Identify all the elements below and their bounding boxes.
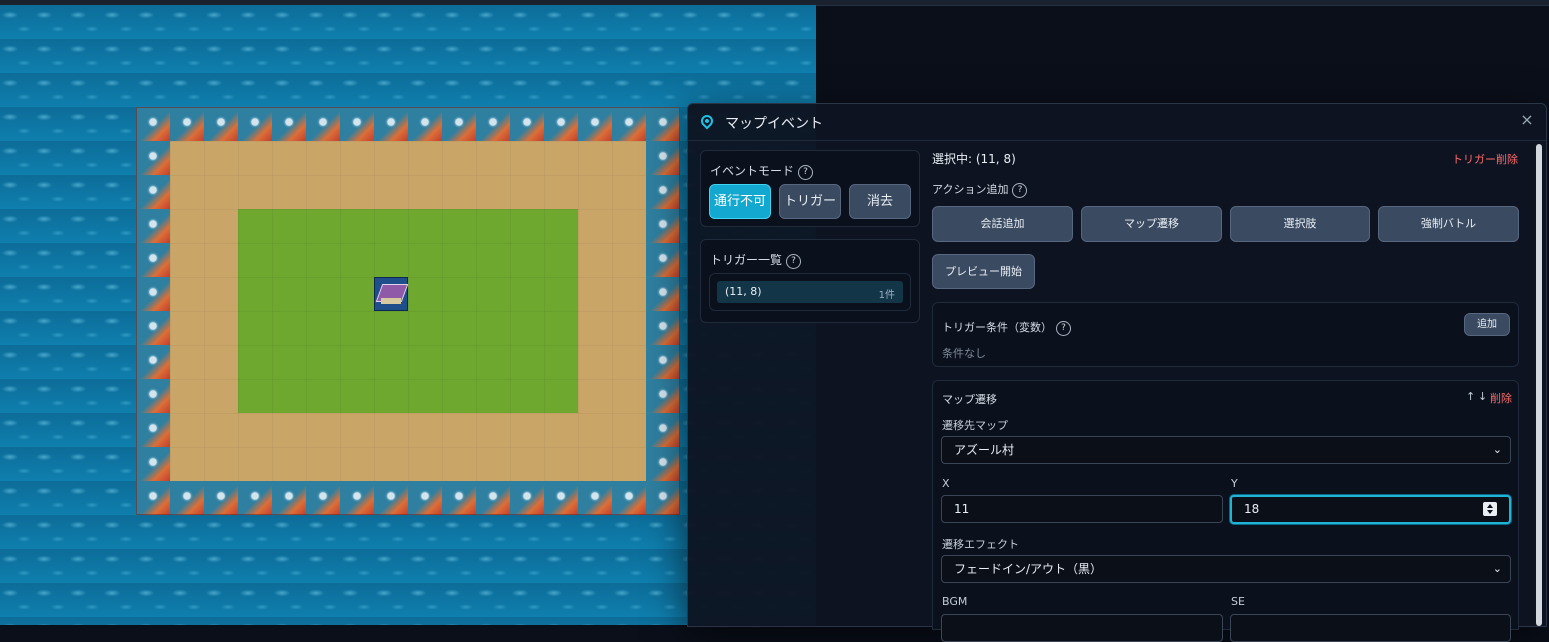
trigger-count: 1件 bbox=[878, 290, 895, 301]
se-select[interactable] bbox=[1230, 614, 1511, 642]
help-icon[interactable]: ? bbox=[1056, 321, 1071, 336]
delete-action-link[interactable]: 削除 bbox=[1490, 390, 1512, 406]
number-stepper-icon[interactable] bbox=[1483, 502, 1497, 516]
destination-map-label: 遷移先マップ bbox=[942, 419, 1008, 432]
destination-map-value: アズール村 bbox=[954, 443, 1015, 457]
add-dialogue-button[interactable]: 会話追加 bbox=[932, 206, 1073, 242]
x-input[interactable]: 11 bbox=[941, 495, 1223, 523]
transition-effect-select[interactable]: フェードイン/アウト（黒） ⌄ bbox=[941, 555, 1511, 583]
trigger-list-label: トリガー一覧 bbox=[710, 253, 783, 267]
help-icon[interactable]: ? bbox=[1012, 183, 1028, 198]
bgm-label: BGM bbox=[942, 595, 968, 608]
mode-erase-button[interactable]: 消去 bbox=[849, 184, 911, 219]
x-value: 11 bbox=[954, 502, 970, 516]
choices-button[interactable]: 選択肢 bbox=[1230, 206, 1370, 242]
map-event-dialog: マップイベント × イベントモード? 通行不可 トリガー 消去 トリガー一覧? … bbox=[687, 103, 1547, 642]
se-label: SE bbox=[1231, 595, 1245, 608]
destination-map-select[interactable]: アズール村 ⌄ bbox=[941, 436, 1511, 464]
dialog-header: マップイベント × bbox=[688, 104, 1546, 141]
mode-trigger-button[interactable]: トリガー bbox=[779, 184, 841, 219]
event-mode-label: イベントモード bbox=[710, 164, 795, 178]
mode-impassable-button[interactable]: 通行不可 bbox=[709, 184, 771, 219]
event-tile[interactable] bbox=[374, 277, 409, 311]
action-add-label: アクション追加 bbox=[932, 183, 1009, 196]
trigger-coord: (11, 8) bbox=[725, 285, 762, 298]
help-icon[interactable]: ? bbox=[798, 165, 814, 180]
y-label: Y bbox=[1231, 477, 1238, 490]
y-value: 18 bbox=[1244, 502, 1260, 516]
bgm-select[interactable] bbox=[941, 614, 1223, 642]
help-icon[interactable]: ? bbox=[786, 254, 802, 269]
map-transition-button[interactable]: マップ遷移 bbox=[1081, 206, 1222, 242]
scrollbar-thumb[interactable] bbox=[1536, 144, 1542, 626]
transition-effect-label: 遷移エフェクト bbox=[942, 538, 1019, 551]
map-transition-panel: マップ遷移 ↑ ↓ 削除 遷移先マップ アズール村 ⌄ X 11 Y 18 遷移… bbox=[932, 380, 1519, 642]
transition-effect-value: フェードイン/アウト（黒） bbox=[954, 562, 1103, 576]
move-up-button[interactable]: ↑ bbox=[1466, 390, 1475, 403]
chevron-down-icon: ⌄ bbox=[1492, 443, 1502, 456]
chevron-down-icon: ⌄ bbox=[1492, 562, 1502, 575]
y-input[interactable]: 18 bbox=[1230, 495, 1511, 524]
add-condition-button[interactable]: 追加 bbox=[1464, 313, 1510, 336]
trigger-list-panel: トリガー一覧? (11, 8) 1件 bbox=[700, 239, 920, 323]
trigger-condition-panel: トリガー条件（変数）? 追加 条件なし bbox=[932, 302, 1519, 367]
trigger-list-item[interactable]: (11, 8) 1件 bbox=[709, 273, 911, 311]
no-condition-text: 条件なし bbox=[942, 347, 986, 360]
grass-tiles bbox=[238, 209, 578, 413]
move-down-button[interactable]: ↓ bbox=[1478, 390, 1487, 403]
house-base bbox=[381, 298, 401, 304]
x-label: X bbox=[942, 477, 950, 490]
close-icon[interactable]: × bbox=[1518, 111, 1536, 129]
map-pin-icon bbox=[698, 112, 716, 130]
event-mode-panel: イベントモード? 通行不可 トリガー 消去 bbox=[700, 150, 920, 227]
trigger-condition-label: トリガー条件（変数） bbox=[942, 321, 1052, 334]
dialog-title: マップイベント bbox=[725, 116, 823, 132]
map-transition-label: マップ遷移 bbox=[942, 393, 997, 406]
preview-start-button[interactable]: プレビュー開始 bbox=[932, 254, 1035, 289]
selection-text: 選択中: (11, 8) bbox=[932, 152, 1016, 166]
forced-battle-button[interactable]: 強制バトル bbox=[1378, 206, 1519, 242]
delete-trigger-link[interactable]: トリガー削除 bbox=[1452, 151, 1518, 167]
